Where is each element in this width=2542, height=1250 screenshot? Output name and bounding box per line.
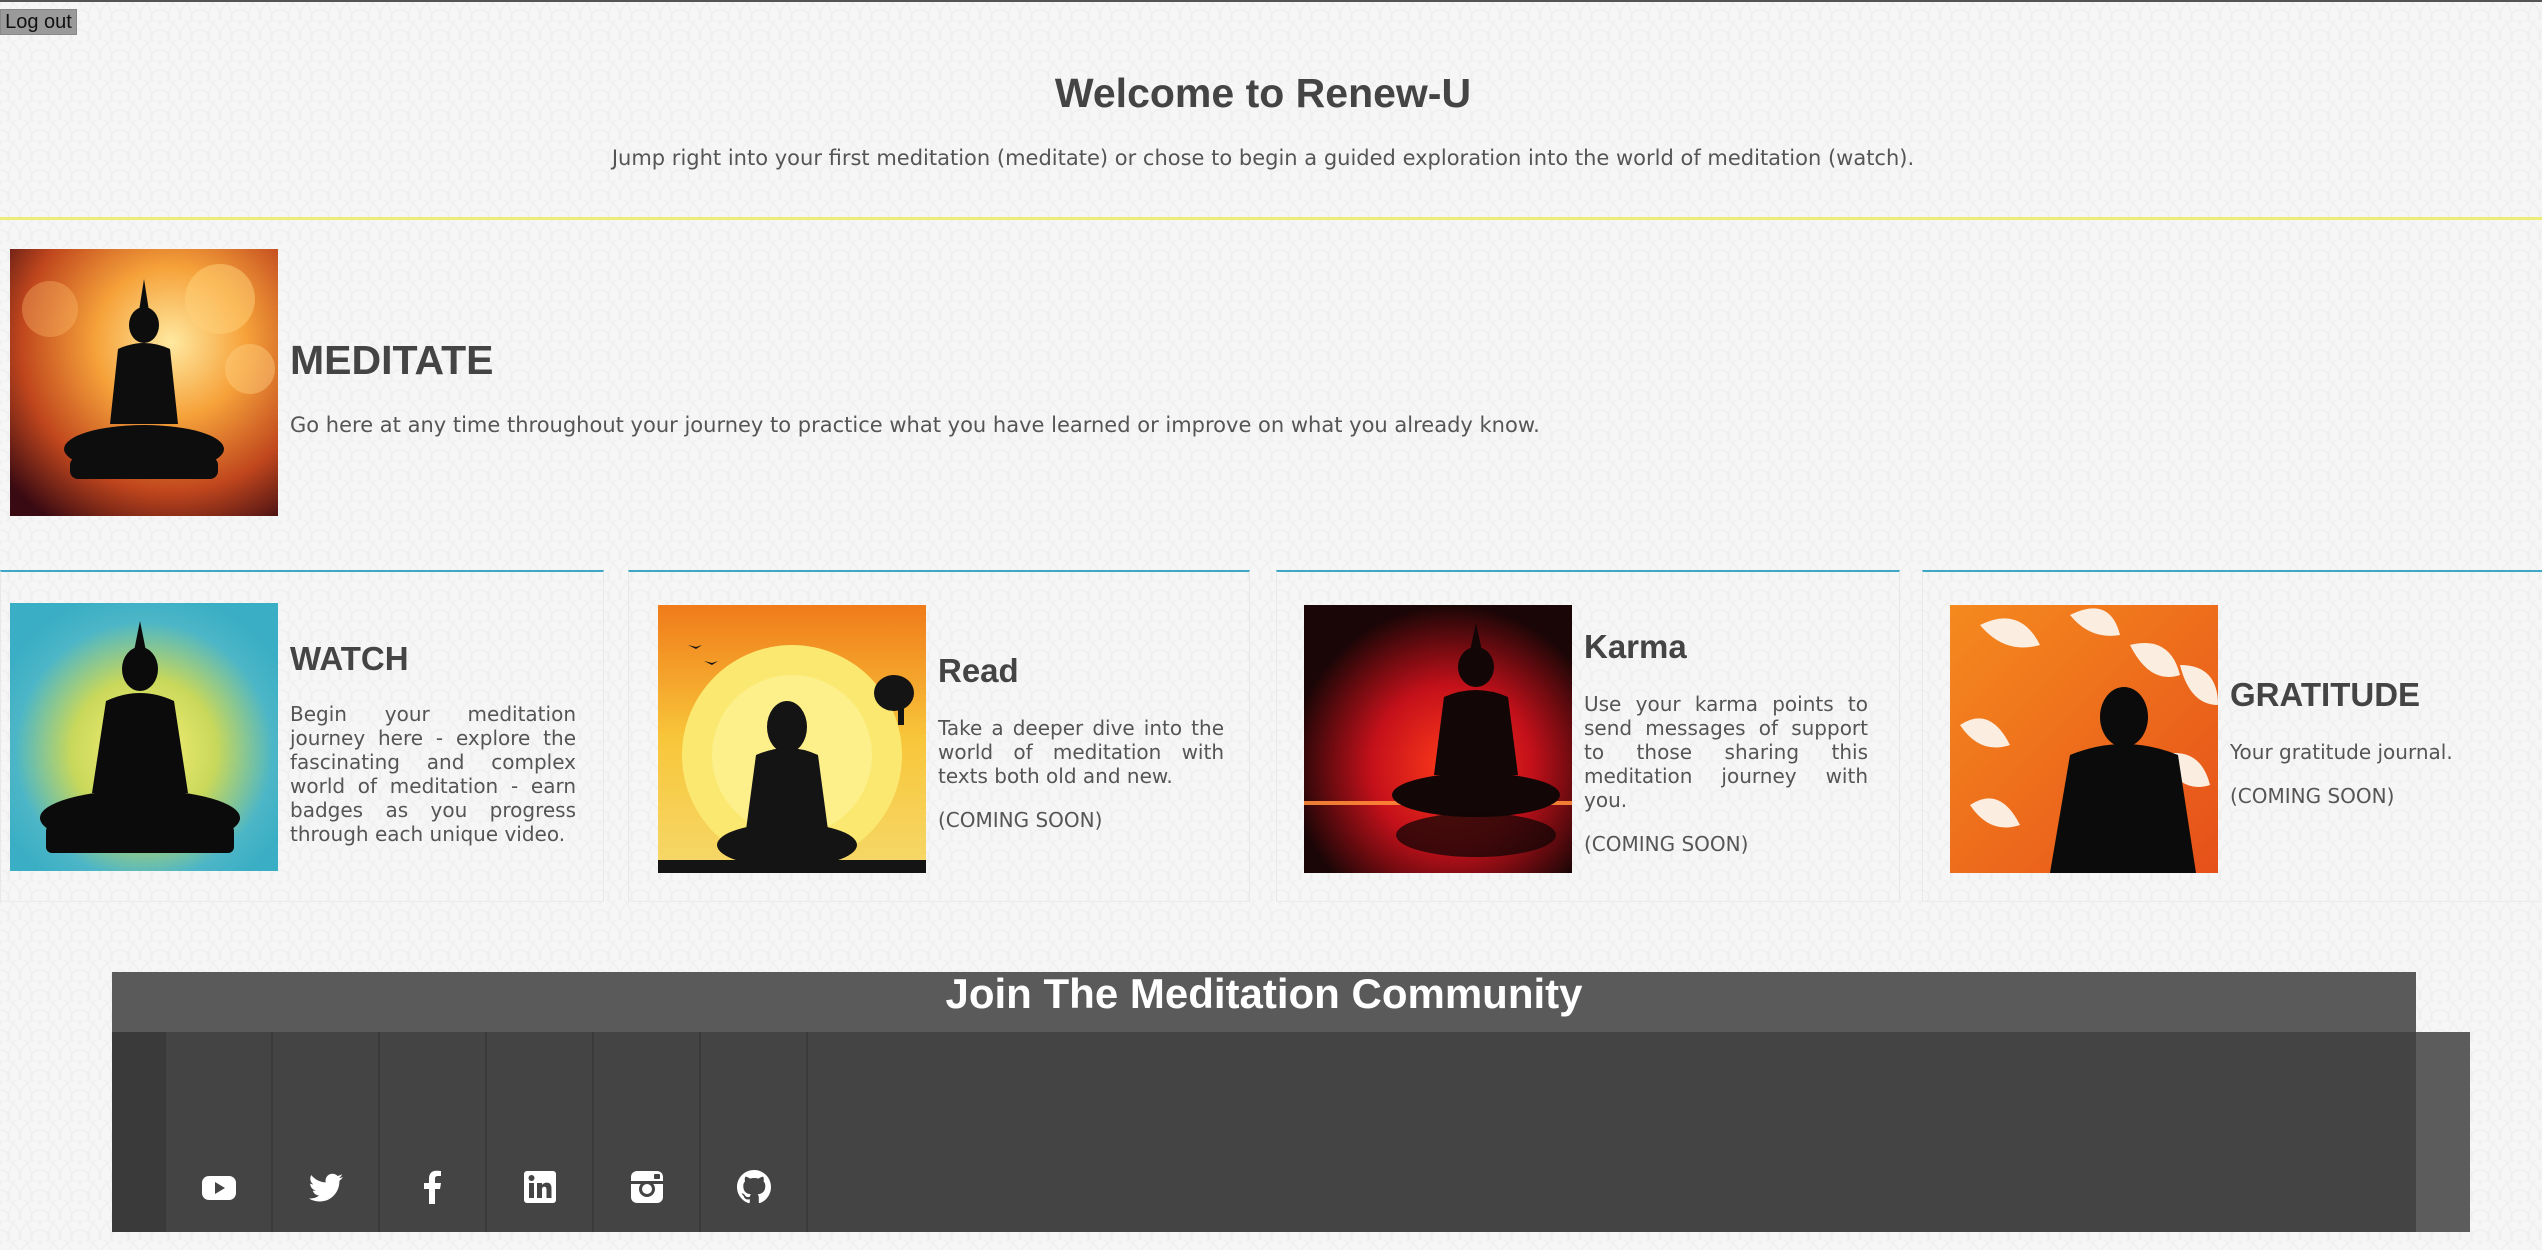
- read-title[interactable]: Read: [938, 652, 1019, 690]
- watch-description: Begin your meditation journey here - exp…: [290, 702, 576, 846]
- gratitude-image[interactable]: [1950, 605, 2218, 873]
- karma-image[interactable]: [1304, 605, 1572, 873]
- meditate-image[interactable]: [10, 249, 278, 516]
- gratitude-status: (COMING SOON): [2230, 784, 2395, 808]
- watch-title[interactable]: WATCH: [290, 640, 409, 678]
- read-image[interactable]: [658, 605, 926, 873]
- read-description: Take a deeper dive into the world of med…: [938, 716, 1224, 788]
- gratitude-description: Your gratitude journal.: [2230, 740, 2453, 764]
- karma-description: Use your karma points to send messages o…: [1584, 692, 1868, 812]
- github-icon[interactable]: [701, 1032, 808, 1232]
- youtube-icon[interactable]: [166, 1032, 273, 1232]
- karma-status: (COMING SOON): [1584, 832, 1749, 856]
- karma-title[interactable]: Karma: [1584, 628, 1687, 666]
- footer-left-bar: [112, 1032, 166, 1232]
- instagram-icon[interactable]: [594, 1032, 701, 1232]
- logout-button[interactable]: Log out: [0, 9, 77, 35]
- page-subtitle: Jump right into your first meditation (m…: [611, 146, 1915, 170]
- footer-right-bar: [2416, 1032, 2470, 1232]
- meditate-title[interactable]: MEDITATE: [290, 337, 493, 384]
- meditate-description: Go here at any time throughout your jour…: [290, 413, 1540, 437]
- twitter-icon[interactable]: [273, 1032, 380, 1232]
- divider: [0, 217, 2542, 220]
- community-title: Join The Meditation Community: [945, 970, 1583, 1017]
- page-title: Welcome to Renew-U: [1054, 70, 1472, 116]
- watch-image[interactable]: [10, 603, 278, 871]
- linkedin-icon[interactable]: [487, 1032, 594, 1232]
- facebook-icon[interactable]: [380, 1032, 487, 1232]
- gratitude-title[interactable]: GRATITUDE: [2230, 676, 2420, 714]
- read-status: (COMING SOON): [938, 808, 1103, 832]
